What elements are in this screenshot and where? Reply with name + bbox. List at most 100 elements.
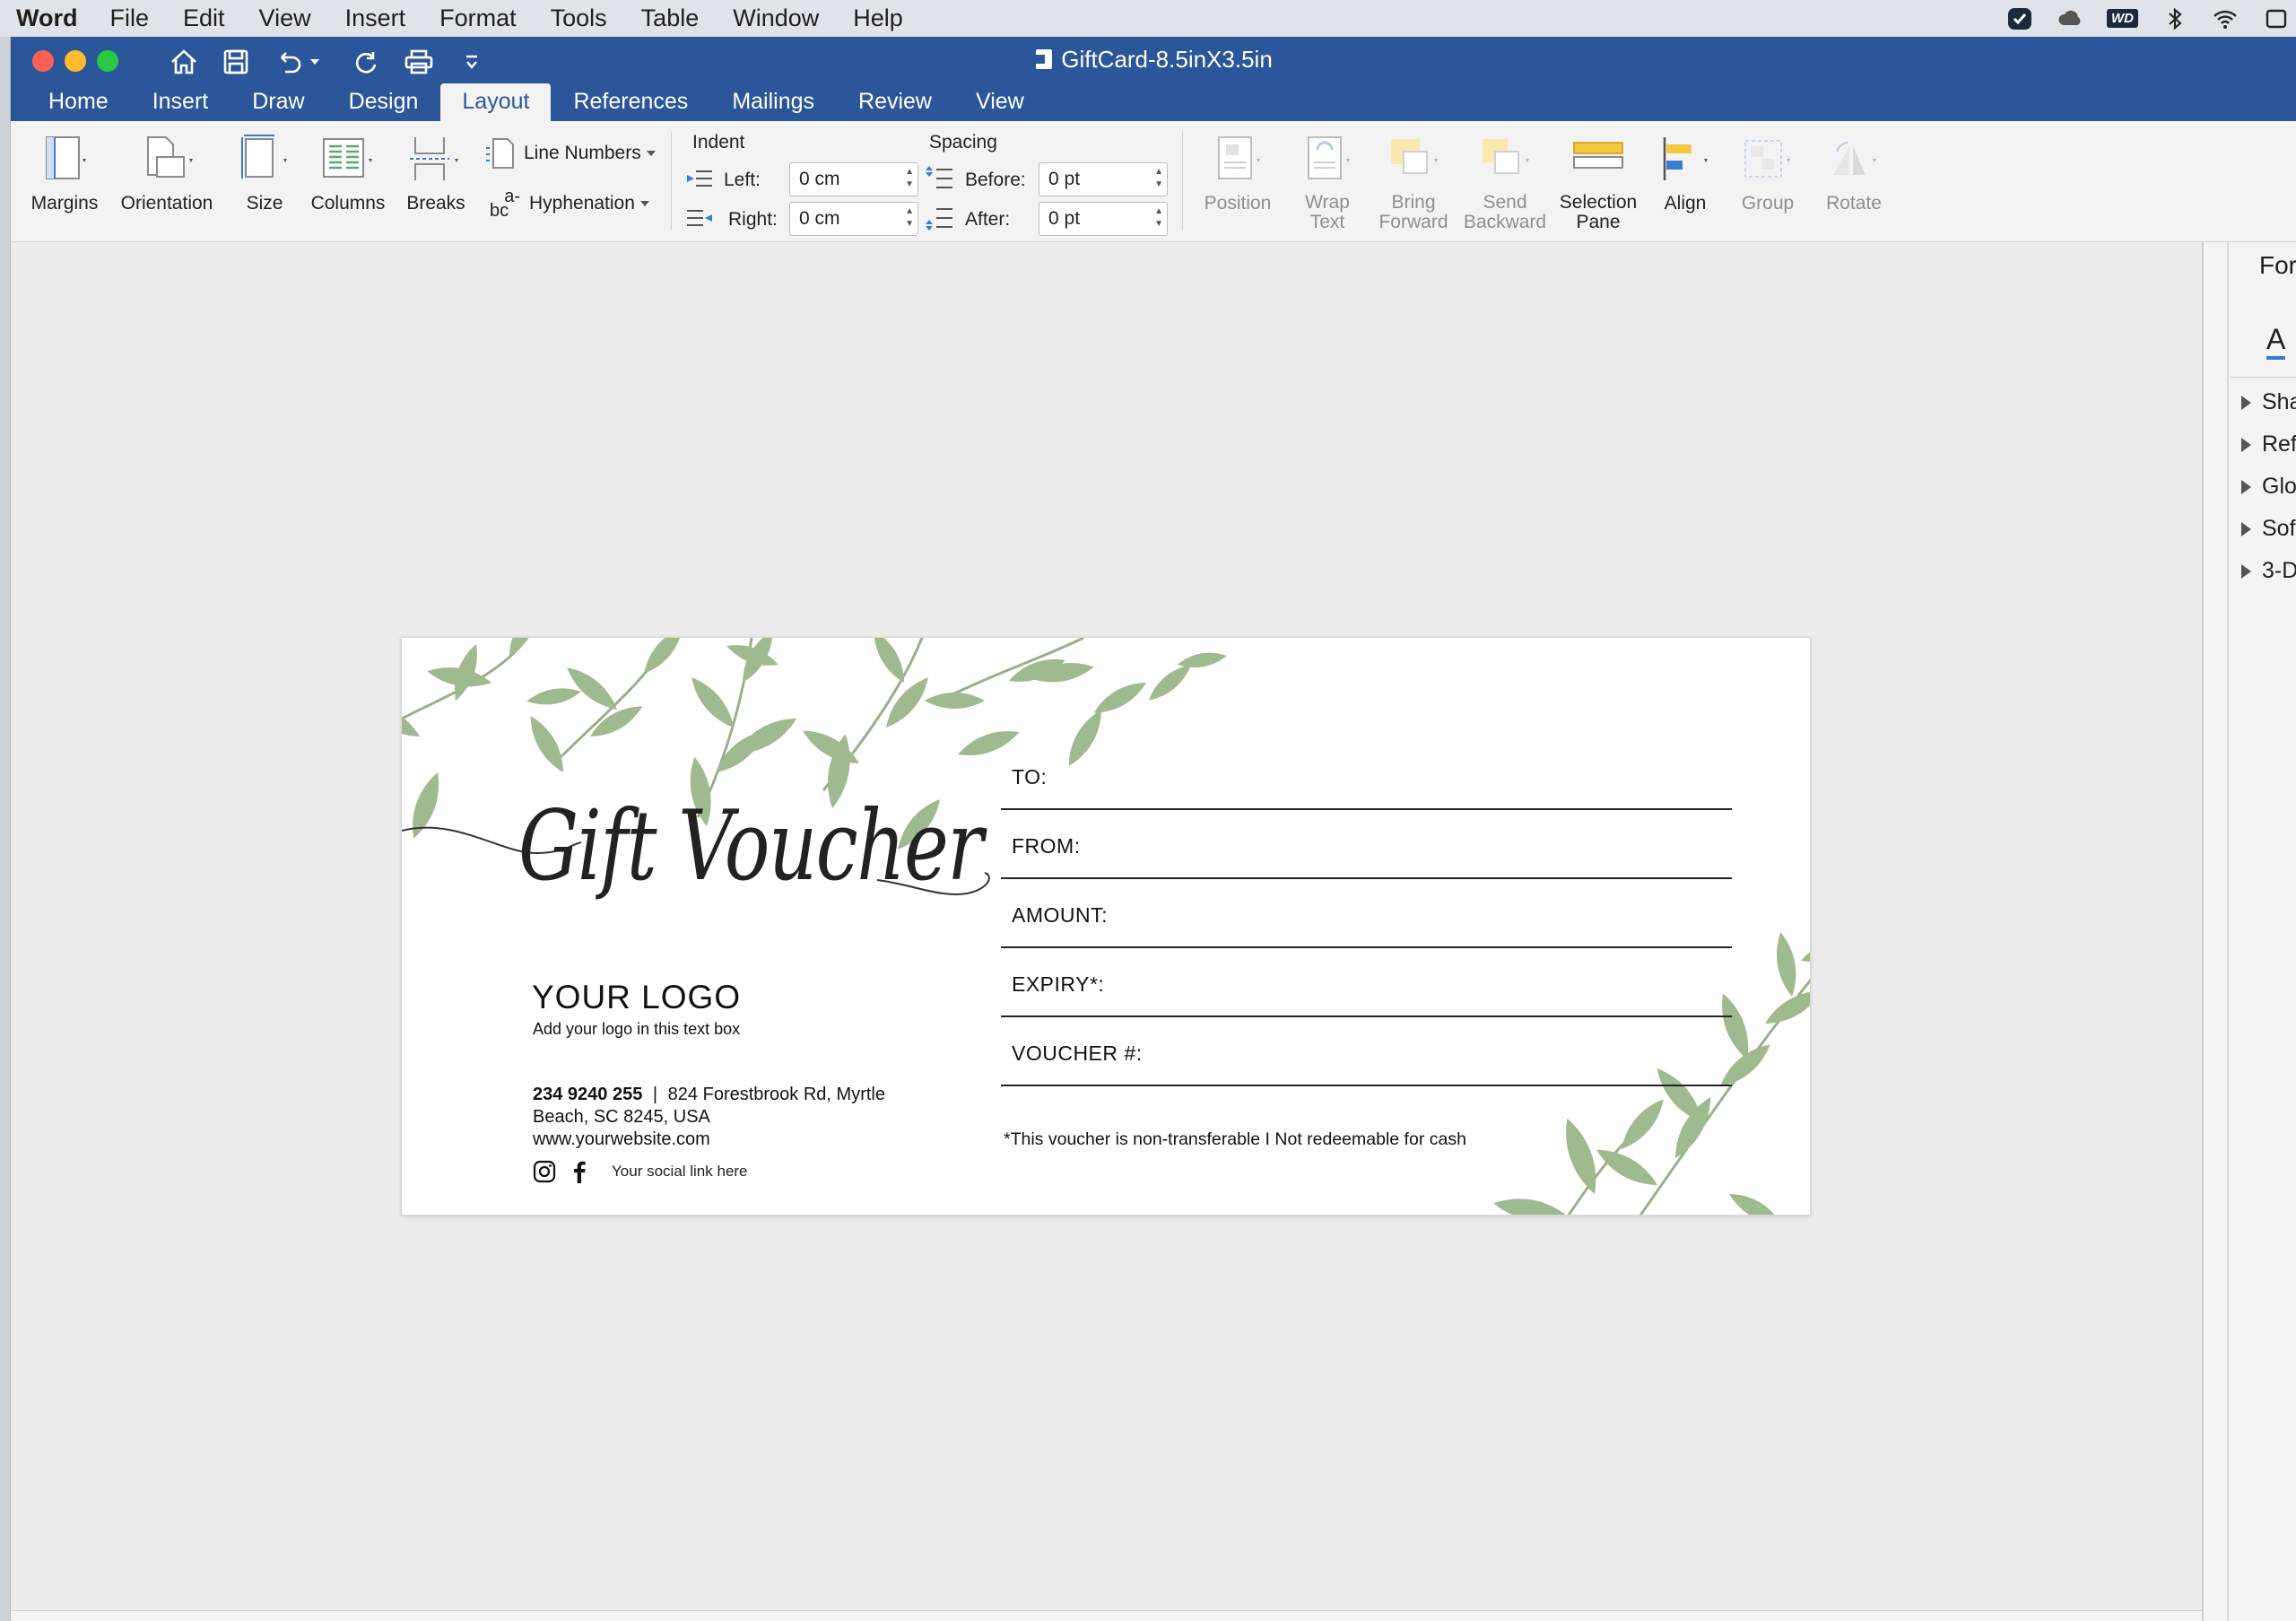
- position-icon: [1218, 136, 1260, 179]
- menu-help[interactable]: Help: [853, 4, 903, 32]
- status-area: WD: [2006, 0, 2296, 37]
- contact-block: 234 9240 255 | 824 Forestbrook Rd, Myrtl…: [533, 1084, 927, 1151]
- bring-forward-button[interactable]: Bring Forward: [1370, 132, 1457, 232]
- gift-card-page[interactable]: Gift Voucher YOUR LOGO Add your logo in …: [401, 637, 1811, 1216]
- pane-item-3d-format[interactable]: 3-D: [2241, 558, 2296, 584]
- menu-window[interactable]: Window: [733, 4, 819, 32]
- tab-draw[interactable]: Draw: [230, 83, 326, 121]
- tab-mailings[interactable]: Mailings: [710, 83, 836, 121]
- send-backward-button[interactable]: Send Backward: [1460, 132, 1550, 232]
- battery-icon[interactable]: [2262, 5, 2289, 32]
- field-amount[interactable]: AMOUNT:: [1001, 880, 1732, 948]
- margins-button[interactable]: Margins: [27, 132, 102, 214]
- checkmark-shield-icon[interactable]: [2006, 5, 2033, 32]
- logo-placeholder[interactable]: YOUR LOGO: [532, 979, 741, 1016]
- hyphenation-button[interactable]: a-bc Hyphenation: [490, 187, 649, 221]
- pane-item-glow[interactable]: Glo: [2241, 474, 2296, 500]
- pane-divider[interactable]: [2227, 242, 2229, 1621]
- pane-item-soft-edges[interactable]: Sof: [2241, 516, 2296, 542]
- menu-tools[interactable]: Tools: [551, 4, 607, 32]
- field-to[interactable]: TO:: [1001, 742, 1732, 810]
- align-button[interactable]: Align: [1650, 132, 1720, 214]
- spacing-after-label: After:: [965, 209, 1011, 230]
- hyphenation-icon: a-bc: [490, 187, 520, 221]
- tab-home[interactable]: Home: [27, 83, 130, 121]
- line-numbers-label: Line Numbers: [524, 143, 641, 163]
- columns-icon: [323, 138, 372, 178]
- spacing-before-input[interactable]: 0 pt ▲ ▼: [1039, 162, 1168, 196]
- selection-pane-icon: [1573, 142, 1623, 169]
- pane-item-reflection[interactable]: Ref: [2241, 431, 2296, 458]
- orientation-button[interactable]: Orientation: [113, 132, 221, 214]
- wrap-text-button[interactable]: Wrap Text: [1288, 132, 1367, 232]
- format-pane-fill-tab[interactable]: A: [2266, 323, 2286, 360]
- indent-right-stepper[interactable]: ▲ ▼: [905, 205, 914, 231]
- indent-right-label: Right:: [728, 209, 778, 230]
- spacing-before-stepper[interactable]: ▲ ▼: [1154, 166, 1163, 191]
- menu-table[interactable]: Table: [641, 4, 700, 32]
- spacing-after-input[interactable]: 0 pt ▲ ▼: [1039, 202, 1168, 236]
- group-button[interactable]: Group: [1727, 132, 1808, 214]
- selection-pane-label-2: Pane: [1576, 212, 1621, 232]
- align-label: Align: [1664, 193, 1707, 214]
- horizontal-scrollbar[interactable]: [11, 1610, 2202, 1621]
- indent-left-value: 0 cm: [799, 169, 840, 189]
- wd-drive-icon[interactable]: WD: [2107, 9, 2138, 28]
- spacing-after-stepper[interactable]: ▲ ▼: [1154, 205, 1163, 231]
- field-from-label: FROM:: [1012, 834, 1081, 858]
- field-from[interactable]: FROM:: [1001, 811, 1732, 879]
- page-size-icon: [241, 135, 287, 179]
- orientation-icon: [147, 136, 193, 178]
- breaks-button[interactable]: Breaks: [398, 132, 474, 214]
- columns-button[interactable]: Columns: [307, 132, 389, 214]
- size-button[interactable]: Size: [230, 132, 300, 214]
- tab-review[interactable]: Review: [837, 83, 953, 121]
- voucher-disclaimer: *This voucher is non-transferable I Not …: [1004, 1129, 1466, 1149]
- wifi-icon[interactable]: [2212, 5, 2239, 32]
- field-expiry[interactable]: EXPIRY*:: [1001, 949, 1732, 1017]
- columns-label: Columns: [310, 193, 386, 214]
- menu-format[interactable]: Format: [439, 4, 517, 32]
- bluetooth-icon[interactable]: [2161, 5, 2188, 32]
- tab-view[interactable]: View: [954, 83, 1046, 121]
- field-to-label: TO:: [1012, 765, 1048, 789]
- position-button[interactable]: Position: [1191, 132, 1284, 214]
- pane-separator: [2231, 377, 2296, 378]
- indent-heading: Indent: [692, 132, 745, 153]
- tab-layout[interactable]: Layout: [440, 83, 552, 121]
- bring-forward-label-1: Bring: [1391, 192, 1436, 213]
- ribbon-separator: [671, 132, 672, 231]
- gift-voucher-title: Gift Voucher: [518, 790, 984, 902]
- contact-phone: 234 9240 255: [533, 1085, 643, 1104]
- indent-left-icon: [687, 170, 712, 187]
- tab-references[interactable]: References: [552, 83, 709, 121]
- instagram-icon: [533, 1160, 556, 1183]
- indent-left-input[interactable]: 0 cm ▲ ▼: [789, 162, 918, 196]
- field-voucher-number[interactable]: VOUCHER #:: [1001, 1018, 1732, 1086]
- social-row: Your social link here: [533, 1160, 748, 1183]
- line-numbers-button[interactable]: Line Numbers: [483, 137, 656, 170]
- group-icon: [1744, 140, 1790, 178]
- menu-view[interactable]: View: [259, 4, 311, 32]
- pane-item-shadow[interactable]: Sha: [2241, 389, 2296, 415]
- indent-left-stepper[interactable]: ▲ ▼: [905, 166, 914, 191]
- menu-insert[interactable]: Insert: [345, 4, 406, 32]
- indent-right-value: 0 cm: [799, 208, 840, 229]
- menu-file[interactable]: File: [110, 4, 150, 32]
- rotate-button[interactable]: Rotate: [1813, 132, 1894, 214]
- indent-right-input[interactable]: 0 cm ▲ ▼: [789, 202, 918, 236]
- app-menu-word[interactable]: Word: [16, 4, 78, 32]
- bring-forward-icon: [1391, 139, 1438, 174]
- rotate-icon: [1833, 142, 1876, 175]
- send-backward-label-2: Backward: [1463, 212, 1547, 232]
- creative-cloud-icon[interactable]: [2057, 5, 2083, 32]
- tab-design[interactable]: Design: [327, 83, 440, 121]
- logo-subtitle: Add your logo in this text box: [533, 1020, 741, 1038]
- selection-pane-label-1: Selection: [1559, 192, 1638, 213]
- breaks-label: Breaks: [406, 193, 465, 214]
- menu-edit[interactable]: Edit: [183, 4, 225, 32]
- selection-pane-button[interactable]: Selection Pane: [1553, 132, 1643, 232]
- wrap-text-label-2: Text: [1309, 212, 1345, 232]
- field-voucher-number-label: VOUCHER #:: [1012, 1041, 1143, 1065]
- tab-insert[interactable]: Insert: [131, 83, 230, 121]
